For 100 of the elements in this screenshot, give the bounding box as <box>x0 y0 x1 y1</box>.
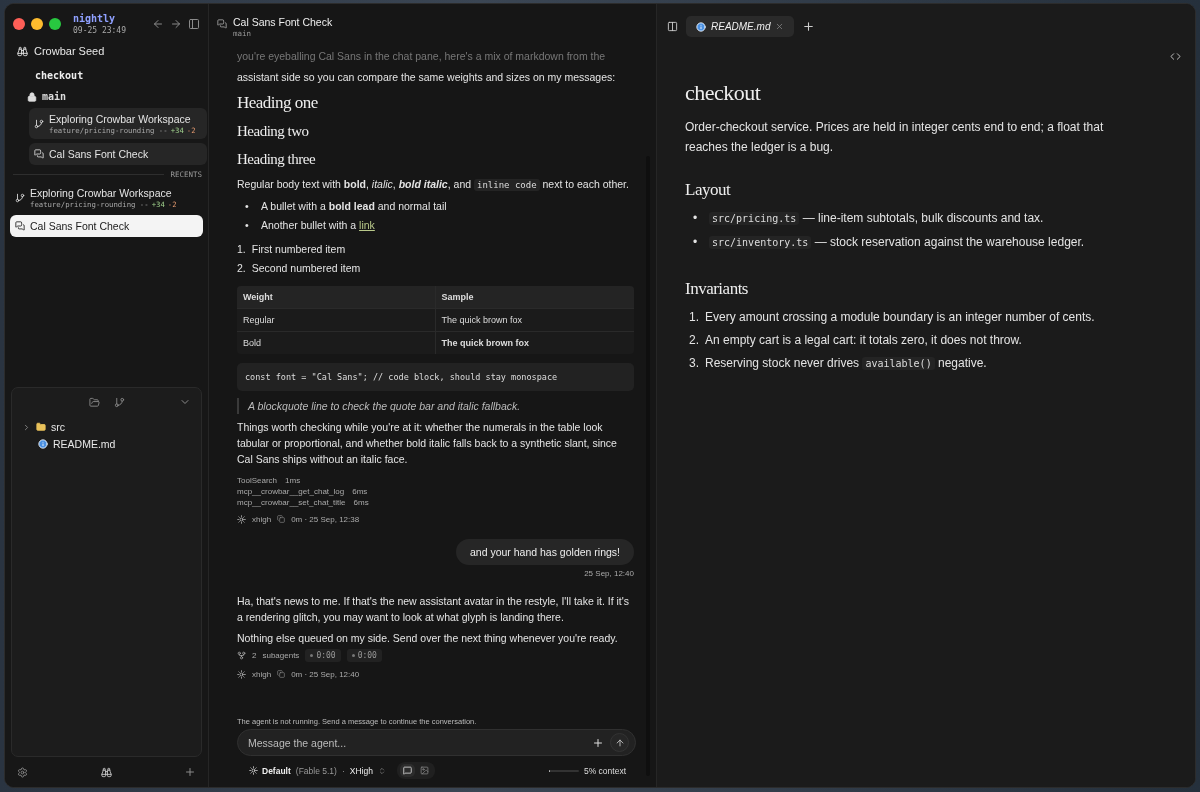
tool-duration: 6ms <box>353 497 369 507</box>
forward-button[interactable] <box>170 18 182 30</box>
paragraph: Things worth checking while you're at it: whether the numerals in the table look tabular or proportional, and whether bold italic falls back to a synthetic slant, since Cal Sans ships without an italic face. <box>237 419 618 467</box>
column-header: Sample <box>435 285 634 308</box>
tool-name: mcp__crowbar__set_chat_title <box>237 497 346 507</box>
zoom-button[interactable] <box>49 18 61 30</box>
tool-duration: 1ms <box>285 475 301 485</box>
blockquote: A blockquote line to check the quote bar and italic fallback. <box>237 397 634 414</box>
message-time: 0m · 25 Sep, 12:40 <box>291 669 360 679</box>
chat-title: Cal Sans Font Check <box>233 16 333 29</box>
file-tree-item[interactable]: README.md <box>22 435 191 452</box>
tool-duration: 6ms <box>352 486 368 496</box>
branch-icon <box>15 192 25 203</box>
paragraph: Nothing else queued on my side. Send over the next thing whenever you're ready. <box>237 630 619 646</box>
binoculars-icon <box>17 45 28 57</box>
code-icon[interactable] <box>1170 51 1181 62</box>
effort-selector[interactable]: XHigh <box>349 765 373 776</box>
paragraph: Regular body text with bold, italic, bold italic, and inline code next to each other. <box>237 176 630 193</box>
list-item: 3. Reserving stock never drives available() negative. <box>689 355 988 372</box>
separator: · <box>341 765 345 776</box>
paragraph: you're eyeballing Cal Sans in the chat pane, here's a mix of markdown from the <box>237 49 607 64</box>
context-reading: 5% context <box>583 765 626 776</box>
table-cell: The quick brown fox <box>435 330 634 354</box>
chat-view-button[interactable] <box>399 764 415 777</box>
list-item: • A bullet with a bold lead and normal tail <box>245 198 448 214</box>
project-name[interactable]: checkout <box>5 62 208 87</box>
plus-icon[interactable] <box>802 20 816 33</box>
table-cell: The quick brown fox <box>435 307 634 331</box>
send-button[interactable] <box>610 733 629 752</box>
close-icon[interactable] <box>775 22 785 31</box>
heading: Heading two <box>237 122 310 141</box>
sun-icon <box>249 766 258 775</box>
chat-icon <box>15 221 25 231</box>
list-item: 1. First numbered item <box>237 241 347 257</box>
close-button[interactable] <box>13 18 25 30</box>
list-item: • Another bullet with a link <box>245 217 376 233</box>
back-button[interactable] <box>152 18 164 30</box>
heading: Invariants <box>685 277 749 299</box>
message-input[interactable]: Message the agent... <box>248 736 586 749</box>
tool-name: ToolSearch <box>237 475 278 485</box>
paragraph: assistant side so you can compare the same weights and sizes on my messages: <box>237 70 617 85</box>
column-header: Weight <box>237 285 436 308</box>
binoculars-icon[interactable] <box>100 766 112 778</box>
chevron-icon <box>377 766 386 775</box>
arrow-up-icon <box>614 737 625 748</box>
paragraph: Order-checkout service. Prices are held in integer cents end to end; a float that reaches the ledger is a bug. <box>685 118 1105 156</box>
user-message: and your hand has golden rings! <box>455 538 634 565</box>
heading: Layout <box>685 178 732 200</box>
sidebar-toggle[interactable] <box>188 18 200 30</box>
fork-icon <box>237 650 246 660</box>
message-field[interactable]: Message the agent... <box>237 729 636 756</box>
thread-item[interactable]: Cal Sans Font Check <box>10 215 203 237</box>
sun-icon <box>237 669 246 679</box>
copy-icon[interactable] <box>277 515 286 524</box>
link[interactable]: link <box>359 218 375 231</box>
effort-label: xhigh <box>252 514 272 524</box>
heading: Heading one <box>237 92 319 114</box>
file-name: src <box>51 421 65 433</box>
message-time: 0m · 25 Sep, 12:38 <box>291 514 360 524</box>
table-cell: Regular <box>237 307 436 331</box>
split-view-icon[interactable] <box>667 21 678 32</box>
branch-icon <box>34 118 44 129</box>
branch-icon[interactable] <box>113 396 125 408</box>
build-timestamp: 09-25 23:49 <box>73 24 127 36</box>
chat-icon <box>217 19 227 29</box>
info-icon <box>38 439 48 449</box>
heading: Heading three <box>237 150 317 169</box>
subagent-timer: 0:00 <box>305 648 341 662</box>
file-tree-item[interactable]: src <box>22 418 191 435</box>
mode-selector[interactable]: Default <box>249 765 291 776</box>
subagent-count: 2 <box>252 650 257 660</box>
folder-icon <box>36 422 46 432</box>
list-item: 1. Every amount crossing a module boundary is an integer number of cents. <box>689 309 1096 326</box>
copy-icon[interactable] <box>277 670 286 679</box>
heading: checkout <box>685 79 762 107</box>
info-icon <box>696 21 706 32</box>
thread-item[interactable]: Cal Sans Font Check <box>29 143 207 165</box>
folder-icon[interactable] <box>88 396 100 408</box>
list-item: 2. An empty cart is a legal cart: it totals zero, it does not throw. <box>689 332 1023 349</box>
sun-icon <box>237 514 246 524</box>
effort-label: xhigh <box>252 669 272 679</box>
branch-name: main <box>42 91 67 102</box>
list-item: • src/inventory.ts — stock reservation against the warehouse ledger. <box>693 233 1086 251</box>
code-block: const font = "Cal Sans"; // code block, should stay monospace <box>237 362 634 391</box>
chat-icon <box>34 149 44 159</box>
minimize-button[interactable] <box>31 18 43 30</box>
settings-icon[interactable] <box>17 766 28 778</box>
subagent-label: subagents <box>262 650 300 660</box>
app-name: nightly <box>73 12 117 25</box>
tool-name: mcp__crowbar__get_chat_log <box>237 486 345 496</box>
model-name: (Fable 5.1) <box>295 765 337 776</box>
list-item: • src/pricing.ts — line-item subtotals, bulk discounts and tax. <box>693 209 1045 227</box>
file-name: README.md <box>53 438 116 450</box>
file-tab[interactable]: README.md <box>686 16 795 37</box>
plus-icon[interactable] <box>592 736 604 749</box>
subagent-timer: 0:00 <box>346 648 382 662</box>
list-item: 2. Second numbered item <box>237 260 362 276</box>
workspace-name: Crowbar Seed <box>34 45 105 57</box>
paragraph: Ha, that's news to me. If that's the new assistant avatar in the restyle, I'll take it. If it's a rendering glitch, you may want to look at what glyph is landing there. <box>237 593 631 625</box>
table-cell: Bold <box>237 330 436 354</box>
